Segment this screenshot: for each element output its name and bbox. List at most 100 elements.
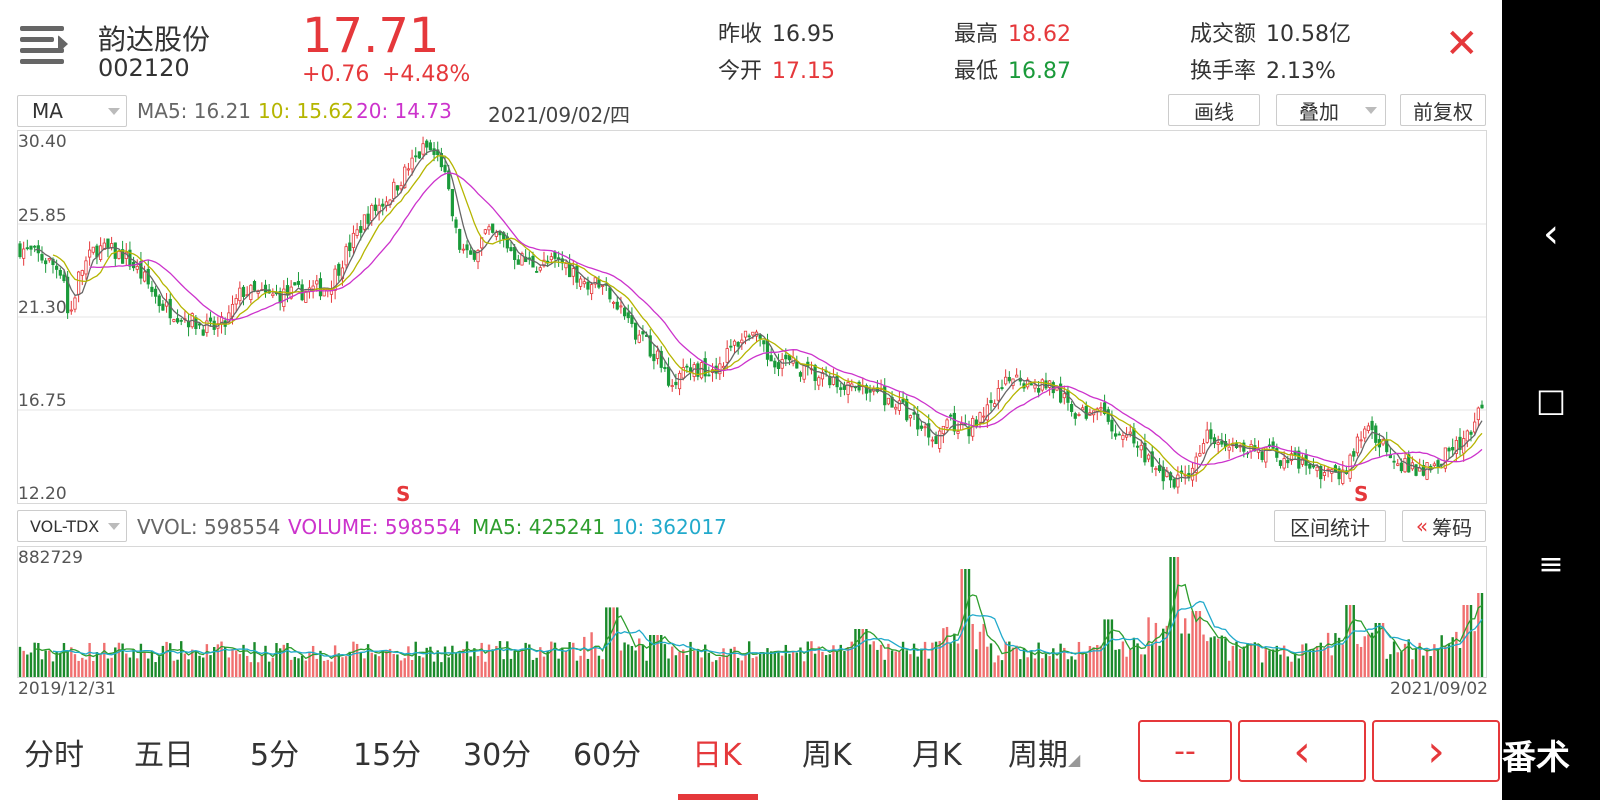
volume-bar (1070, 656, 1073, 677)
volume-bar (1440, 635, 1443, 677)
volume-bar (835, 651, 839, 677)
tab-30min[interactable]: 30分 (463, 730, 531, 774)
volume-bar (1334, 633, 1337, 677)
volume-bar (440, 662, 443, 677)
volume-bar (1477, 593, 1480, 677)
volume-bar (780, 655, 784, 677)
volume-bar (311, 645, 315, 677)
volume-bar (777, 651, 780, 677)
tab-monthly-k[interactable]: 月K (912, 730, 962, 774)
volume-bar (147, 658, 150, 677)
candle (399, 185, 403, 190)
home-icon[interactable]: □ (1502, 370, 1600, 430)
volume-bar (1004, 641, 1007, 677)
candle (553, 251, 557, 259)
tab-weekly-k[interactable]: 周K (802, 730, 852, 774)
volume-bar (381, 650, 384, 677)
volume-bar (1191, 611, 1194, 677)
volume-bar (1392, 641, 1396, 677)
candle (194, 317, 198, 330)
candle (1432, 463, 1436, 467)
volume-bar (1231, 645, 1235, 677)
volume-bar (949, 643, 952, 677)
candle (454, 219, 458, 228)
tab-60min[interactable]: 60分 (573, 730, 641, 774)
candle (1480, 404, 1484, 409)
volume-bar (1107, 619, 1110, 677)
volume-bar (707, 652, 711, 677)
volume-bar (150, 650, 154, 677)
candle (780, 359, 784, 369)
range-stats-button[interactable]: 区间统计 (1274, 510, 1386, 542)
back-icon[interactable]: ‹ (1502, 204, 1600, 264)
prev-close: 昨收 16.95 (718, 22, 835, 47)
candle (938, 430, 942, 449)
recents-icon[interactable]: ≡ (1502, 534, 1600, 594)
overlay-dropdown[interactable]: 叠加 (1276, 94, 1386, 126)
volume-bar (484, 661, 487, 677)
volume-bar (132, 649, 135, 677)
menu-icon[interactable] (20, 26, 68, 64)
volume-chart[interactable] (17, 546, 1487, 678)
volume-bar (989, 643, 993, 677)
zoom-out-button[interactable]: -- (1138, 720, 1232, 782)
volume-bar (1184, 618, 1187, 677)
volume-bar (597, 655, 601, 677)
candle (1004, 376, 1008, 385)
candle (1286, 459, 1290, 464)
volume-bar (1293, 653, 1297, 677)
tab-5min[interactable]: 5分 (250, 730, 299, 774)
volume-bar (1110, 619, 1114, 677)
volume-bar (1044, 653, 1048, 677)
candle (179, 319, 183, 322)
volume-bar (227, 657, 231, 677)
volume-bar (1389, 654, 1392, 677)
volume-bar (758, 653, 762, 677)
prev-button[interactable]: ‹ (1238, 720, 1366, 782)
volume-bar (322, 660, 326, 677)
volume-bar (18, 646, 22, 677)
candle (1271, 441, 1275, 449)
candle (557, 257, 561, 260)
chips-button[interactable]: «筹码 (1402, 510, 1486, 542)
sell-signal: S (396, 482, 411, 506)
low-price: 最低 16.87 (954, 59, 1071, 84)
candle (930, 439, 934, 442)
volume-bar (1077, 641, 1081, 677)
tab-period[interactable]: 周期◢ (1008, 730, 1080, 774)
next-button[interactable]: › (1372, 720, 1500, 782)
candle (707, 374, 711, 377)
candle (465, 244, 469, 251)
volume-bar (1059, 643, 1062, 677)
ma10-value: 10: 15.62 (258, 99, 354, 123)
tab-daily-k[interactable]: 日K (692, 730, 742, 774)
candle (1447, 447, 1451, 452)
candle (575, 265, 579, 283)
volume-bar (810, 641, 813, 677)
candle (982, 415, 986, 418)
ma-selector[interactable]: MA (17, 95, 127, 127)
volume-bar (898, 651, 901, 677)
volume-bar (1352, 605, 1355, 677)
draw-line-button[interactable]: 画线 (1168, 94, 1260, 126)
adjust-button[interactable]: 前复权 (1400, 94, 1486, 126)
tab-five-day[interactable]: 五日 (134, 730, 194, 774)
candle (1000, 387, 1004, 390)
volume-bar (1326, 632, 1330, 677)
vol-selector[interactable]: VOL-TDX (17, 510, 127, 542)
candle (1399, 462, 1403, 472)
volume-bar (198, 655, 201, 677)
close-icon[interactable]: ✕ (1445, 20, 1479, 68)
candle (795, 361, 799, 369)
tab-15min[interactable]: 15分 (353, 730, 421, 774)
volume-bar (1411, 659, 1414, 677)
volume-bars (18, 557, 1484, 677)
candle (1172, 478, 1176, 488)
price-change-pct: +4.48% (382, 62, 471, 87)
volume-bar (161, 645, 165, 677)
tab-intraday[interactable]: 分时 (24, 730, 84, 774)
price-chart[interactable] (17, 130, 1487, 504)
candle (384, 201, 389, 206)
volume-bar (447, 657, 450, 677)
volume-bar (1055, 658, 1059, 677)
